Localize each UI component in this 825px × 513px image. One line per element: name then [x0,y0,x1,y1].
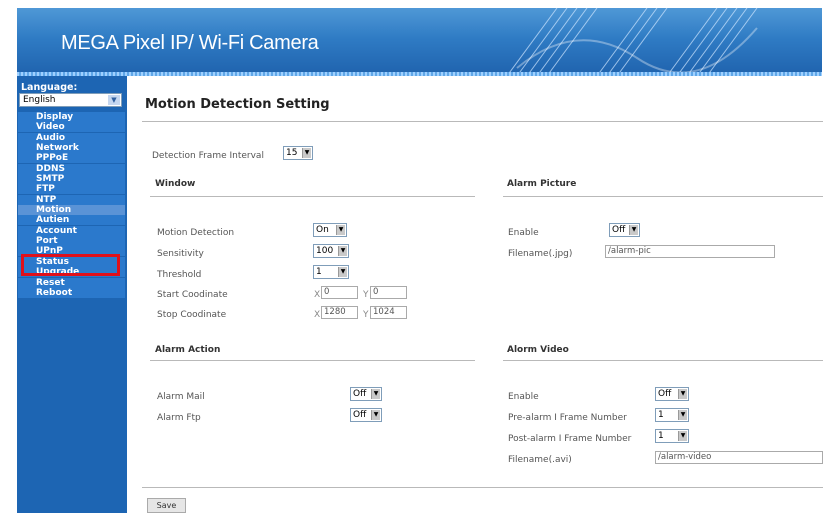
motion-detection-label: Motion Detection [157,228,235,238]
sidebar-item-display[interactable]: Display [18,112,125,122]
alarm-picture-heading: Alarm Picture [507,179,577,189]
pre-alarm-label: Pre-alarm I Frame Number [508,413,627,423]
alarm-ftp-select[interactable]: Off ▼ [350,408,382,422]
interval-label: Detection Frame Interval [152,151,264,161]
post-alarm-label: Post-alarm I Frame Number [508,434,632,444]
stop-y-input[interactable]: 1024 [370,306,407,319]
alarm-action-heading: Alarm Action [155,345,221,355]
alarm-mail-label: Alarm Mail [157,392,205,402]
sidebar-item-pppoe[interactable]: PPPoE [18,153,125,164]
stop-x-input[interactable]: 1280 [321,306,358,319]
sidebar-item-smtp[interactable]: SMTP [18,174,125,185]
sidebar-item-account[interactable]: Account [18,225,125,236]
chevron-down-icon: ▼ [678,389,687,399]
chevron-down-icon: ▼ [629,225,638,235]
chevron-down-icon: ▼ [338,246,347,256]
sidebar-item-ftp[interactable]: FTP [18,184,125,195]
sensitivity-label: Sensitivity [157,249,204,259]
motion-highlight-box [21,254,120,276]
alarm-picture-divider [503,196,823,197]
sidebar-item-audio[interactable]: Audio [18,132,125,143]
stop-y-label: Y [363,310,369,320]
stop-x-label: X [314,310,321,320]
window-heading: Window [155,179,196,189]
banner-decoration [506,8,758,76]
picture-filename-label: Filename(.jpg) [508,249,573,259]
bottom-divider [142,487,823,488]
video-filename-input[interactable]: /alarm-video [655,451,823,464]
start-coordinate-label: Start Coodinate [157,290,228,300]
language-value: English [23,95,56,105]
sidebar-item-video[interactable]: Video [18,122,125,133]
video-filename-label: Filename(.avi) [508,455,572,465]
window-divider [150,196,475,197]
stop-coordinate-label: Stop Coodinate [157,310,227,320]
sidebar-item-ddns[interactable]: DDNS [18,163,125,174]
picture-enable-label: Enable [508,228,539,238]
start-y-label: Y [363,290,369,300]
sidebar-item-network[interactable]: Network [18,143,125,154]
language-label: Language: [21,82,78,93]
video-enable-label: Enable [508,392,539,402]
sidebar: Language: English ▼ Display Video Audio Net… [17,76,127,513]
start-x-input[interactable]: 0 [321,286,358,299]
chevron-down-icon: ▼ [371,410,380,420]
threshold-select[interactable]: 1 ▼ [313,265,349,279]
post-alarm-select[interactable]: 1 ▼ [655,429,689,443]
video-enable-select[interactable]: Off ▼ [655,387,689,401]
chevron-down-icon: ▼ [302,148,311,158]
title-divider [142,121,823,122]
chevron-down-icon: ▼ [371,389,380,399]
chevron-down-icon: ▼ [678,431,687,441]
sidebar-item-motion[interactable]: Motion [18,205,125,216]
picture-enable-select[interactable]: Off ▼ [609,223,640,237]
alarm-mail-select[interactable]: Off ▼ [350,387,382,401]
start-x-label: X [314,290,321,300]
threshold-label: Threshold [157,270,202,280]
app-title: MEGA Pixel IP/ Wi-Fi Camera [61,32,319,54]
sidebar-item-autien[interactable]: Autien [18,215,125,226]
chevron-down-icon: ▼ [678,410,687,420]
start-y-input[interactable]: 0 [370,286,407,299]
sidebar-item-reset[interactable]: Reset [18,277,125,288]
alarm-video-heading: Alorm Video [507,345,569,355]
picture-filename-input[interactable]: /alarm-pic [605,245,775,258]
alarm-video-divider [503,360,823,361]
sidebar-item-ntp[interactable]: NTP [18,194,125,205]
sidebar-item-port[interactable]: Port [18,236,125,247]
language-select[interactable]: English ▼ [19,93,122,107]
sensitivity-select[interactable]: 100 ▼ [313,244,349,258]
chevron-down-icon: ▼ [108,95,120,105]
save-button[interactable]: Save [147,498,186,513]
sidebar-item-reboot[interactable]: Reboot [18,287,125,298]
motion-detection-select[interactable]: On ▼ [313,223,347,237]
banner-strip [17,72,822,76]
alarm-action-divider [150,360,475,361]
page-title: Motion Detection Setting [145,97,330,112]
interval-select[interactable]: 15 ▼ [283,146,313,160]
chevron-down-icon: ▼ [336,225,345,235]
header-banner: MEGA Pixel IP/ Wi-Fi Camera [17,8,822,76]
alarm-ftp-label: Alarm Ftp [157,413,201,423]
pre-alarm-select[interactable]: 1 ▼ [655,408,689,422]
chevron-down-icon: ▼ [338,267,347,277]
